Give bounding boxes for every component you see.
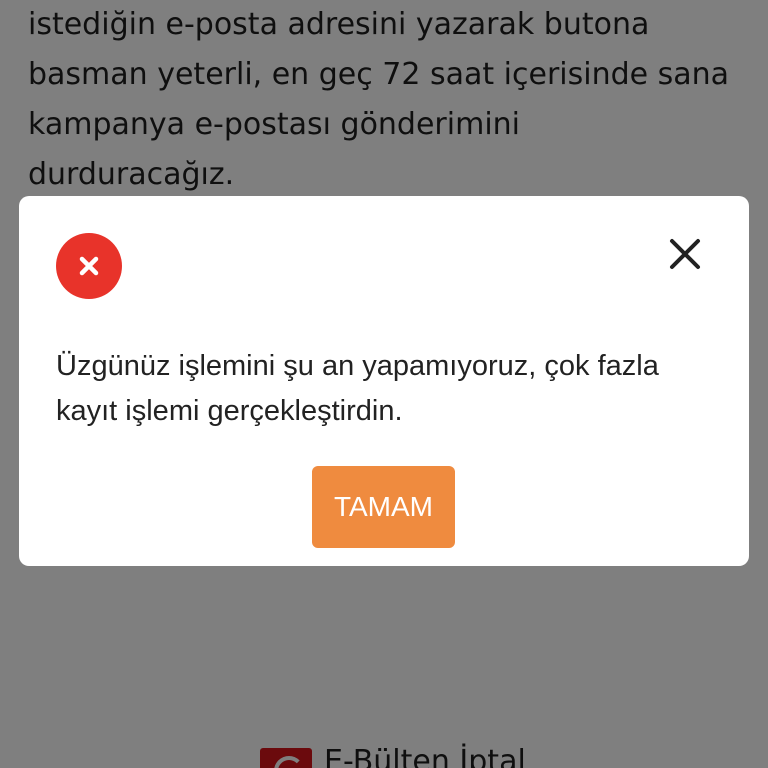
ok-button[interactable]: TAMAM — [312, 466, 455, 548]
error-dialog: Üzgünüz işlemini şu an yapamıyoruz, çok … — [19, 196, 749, 566]
error-message-line: kayıt işlemi gerçekleştirdin. — [56, 395, 403, 427]
error-message: Üzgünüz işlemini şu an yapamıyoruz, çok … — [56, 344, 716, 434]
error-message-line: Üzgünüz işlemini şu an yapamıyoruz, çok … — [56, 350, 659, 382]
error-icon — [56, 233, 122, 299]
close-button[interactable] — [663, 232, 707, 276]
close-icon — [670, 239, 700, 269]
